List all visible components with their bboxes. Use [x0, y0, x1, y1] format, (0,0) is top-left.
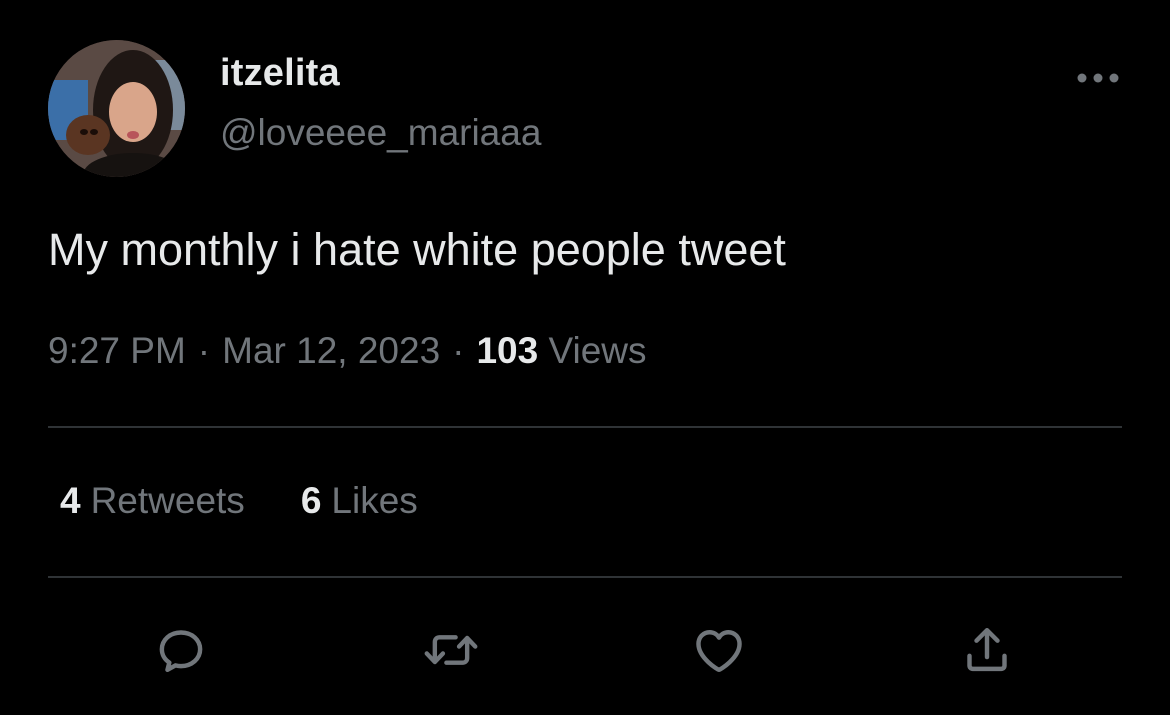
tweet-detail: itzelita @loveeee_mariaaa My monthly i h…	[0, 0, 1170, 715]
retweet-button[interactable]	[421, 620, 481, 680]
share-button[interactable]	[957, 620, 1017, 680]
retweets-label: Retweets	[90, 480, 245, 521]
avatar-image	[48, 40, 185, 177]
more-options-button[interactable]	[1070, 58, 1126, 98]
likes-stat[interactable]: 6 Likes	[301, 480, 418, 522]
more-horizontal-icon	[1077, 73, 1119, 83]
author-handle[interactable]: @loveeee_mariaaa	[220, 112, 541, 154]
tweet-date[interactable]: Mar 12, 2023	[222, 330, 440, 371]
author-display-name[interactable]: itzelita	[220, 52, 340, 95]
like-button[interactable]	[689, 620, 749, 680]
share-icon	[967, 627, 1007, 672]
meta-separator: ·	[197, 330, 211, 371]
avatar[interactable]	[48, 40, 185, 177]
retweets-stat[interactable]: 4 Retweets	[60, 480, 245, 522]
likes-count: 6	[300, 480, 322, 521]
heart-icon	[696, 630, 742, 673]
retweet-icon	[424, 635, 478, 665]
engagement-stats: 4 Retweets 6 Likes	[60, 480, 418, 522]
retweets-count: 4	[60, 480, 81, 521]
views-label: Views	[548, 330, 647, 371]
reply-icon	[159, 630, 203, 673]
tweet-text: My monthly i hate white people tweet	[48, 224, 786, 275]
tweet-time[interactable]: 9:27 PM	[48, 330, 186, 371]
likes-label: Likes	[331, 480, 418, 521]
meta-separator: ·	[452, 330, 465, 371]
tweet-meta: 9:27 PM · Mar 12, 2023 · 103 Views	[48, 330, 647, 372]
divider	[48, 426, 1122, 428]
divider	[48, 576, 1122, 578]
reply-button[interactable]	[151, 620, 211, 680]
views-count: 103	[476, 330, 539, 371]
